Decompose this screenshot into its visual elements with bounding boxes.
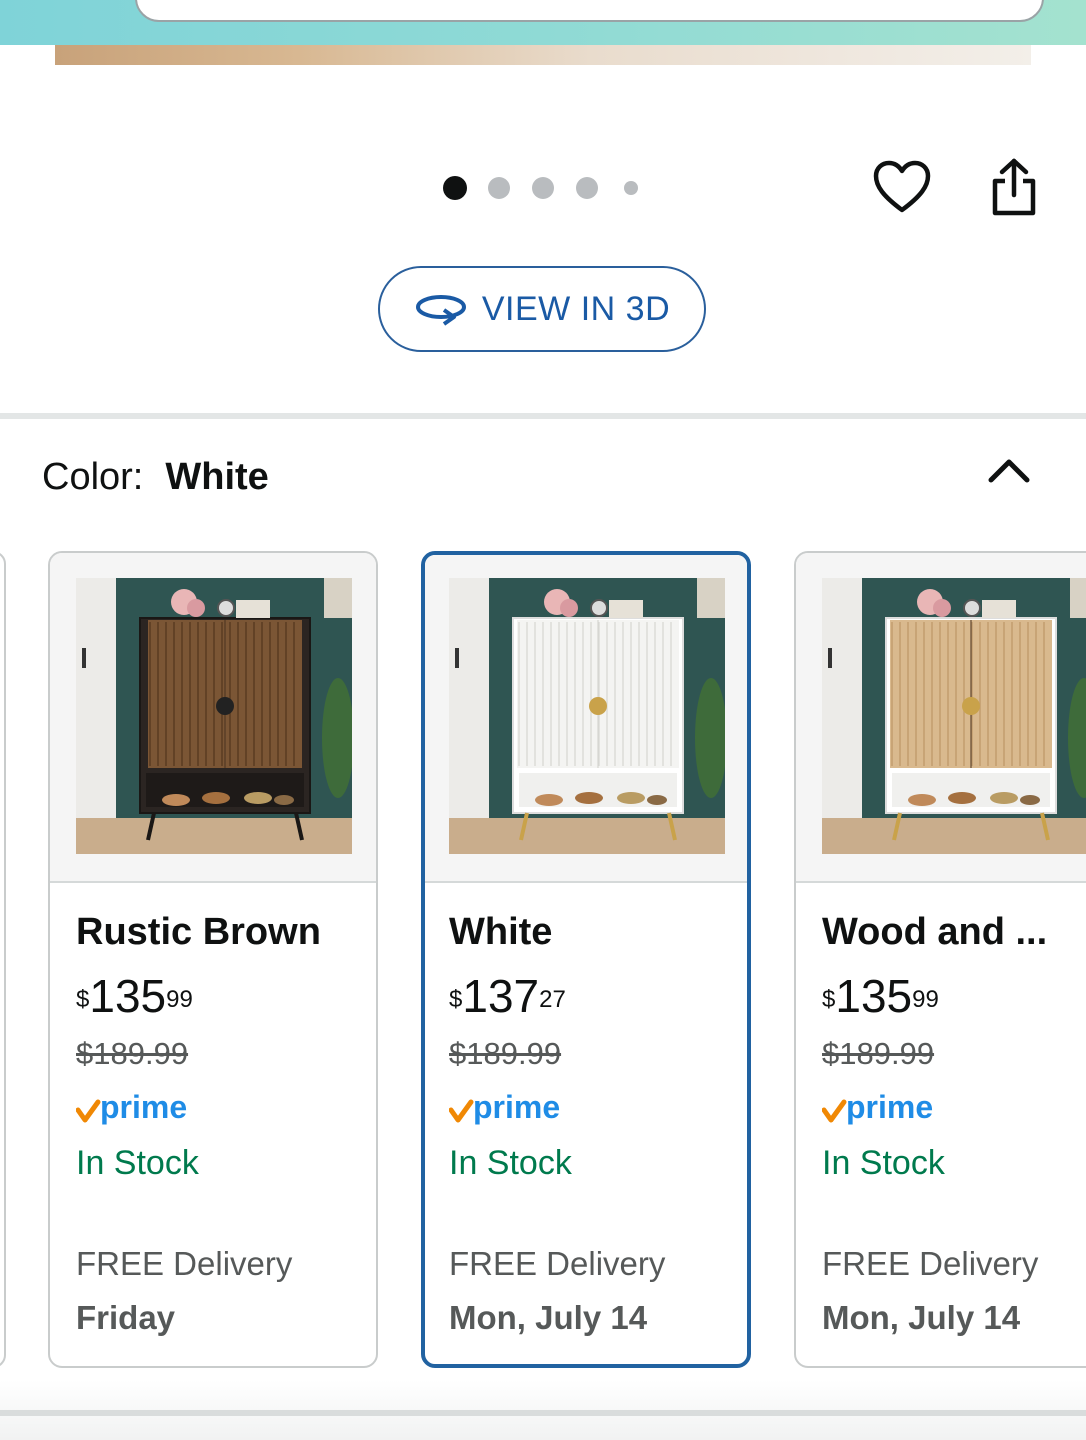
variant-price: $13727 xyxy=(449,970,566,1022)
availability: In Stock xyxy=(449,1144,572,1182)
variant-name: Wood and ... xyxy=(822,911,1048,953)
variant-card-rustic-brown[interactable]: Rustic Brown $13599 $189.99 prime In Sto… xyxy=(48,551,378,1368)
chevron-up-icon[interactable] xyxy=(986,450,1032,490)
variant-image-area xyxy=(50,553,376,883)
variant-image-area xyxy=(796,553,1086,883)
variant-image-area xyxy=(425,555,747,883)
selected-color: White xyxy=(165,456,269,498)
view-in-3d-label: VIEW IN 3D xyxy=(481,289,671,328)
delivery-label: FREE Delivery xyxy=(822,1245,1039,1282)
color-selector-header[interactable]: Color: White xyxy=(42,456,269,499)
svg-text:prime: prime xyxy=(100,1090,187,1125)
variant-list-price: $189.99 xyxy=(822,1036,935,1071)
rotate-3d-icon xyxy=(415,295,466,326)
variant-name: White xyxy=(449,911,553,953)
carousel-dot[interactable] xyxy=(532,177,554,199)
variant-list-price: $189.99 xyxy=(76,1036,189,1071)
product-image-bottom-edge[interactable] xyxy=(55,45,1031,65)
heart-icon xyxy=(873,160,931,213)
variant-name: Rustic Brown xyxy=(76,911,321,953)
variant-price: $13599 xyxy=(76,970,193,1022)
variant-image xyxy=(449,578,725,854)
carousel-dot[interactable] xyxy=(488,177,510,199)
search-bar[interactable] xyxy=(135,0,1044,22)
carousel-dot[interactable] xyxy=(576,177,598,199)
prime-logo-icon: prime xyxy=(821,1089,933,1125)
carousel-dot[interactable] xyxy=(624,181,638,195)
variant-card-offscreen[interactable] xyxy=(0,551,6,1368)
share-button[interactable] xyxy=(982,155,1046,219)
variant-card-white[interactable]: White $13727 $189.99 prime In Stock FREE… xyxy=(421,551,751,1368)
section-divider xyxy=(0,413,1086,419)
delivery-date: Mon, July 14 xyxy=(449,1299,648,1336)
prime-logo-icon: prime xyxy=(448,1089,560,1125)
section-divider xyxy=(0,1410,1086,1416)
variant-price: $13599 xyxy=(822,970,939,1022)
carousel-dot[interactable] xyxy=(443,176,467,200)
svg-text:prime: prime xyxy=(846,1090,933,1125)
availability: In Stock xyxy=(76,1144,199,1182)
delivery-label: FREE Delivery xyxy=(449,1245,666,1282)
variant-image xyxy=(822,578,1086,854)
prime-logo-icon: prime xyxy=(75,1089,187,1125)
share-icon xyxy=(992,158,1036,216)
search-header-band xyxy=(0,0,1086,45)
delivery-date: Mon, July 14 xyxy=(822,1299,1021,1336)
prime-badge: prime xyxy=(75,1089,206,1130)
prime-badge: prime xyxy=(448,1089,579,1130)
delivery-date: Friday xyxy=(76,1299,176,1336)
color-label: Color: xyxy=(42,456,144,498)
prime-badge: prime xyxy=(821,1089,952,1130)
delivery-label: FREE Delivery xyxy=(76,1245,293,1282)
view-in-3d-button[interactable]: VIEW IN 3D xyxy=(378,266,706,352)
variant-list-price: $189.99 xyxy=(449,1036,562,1071)
availability: In Stock xyxy=(822,1144,945,1182)
favorite-button[interactable] xyxy=(870,155,934,219)
svg-text:prime: prime xyxy=(473,1090,560,1125)
variant-image xyxy=(76,578,352,854)
variant-card-wood[interactable]: Wood and ... $13599 $189.99 prime In Sto… xyxy=(794,551,1086,1368)
